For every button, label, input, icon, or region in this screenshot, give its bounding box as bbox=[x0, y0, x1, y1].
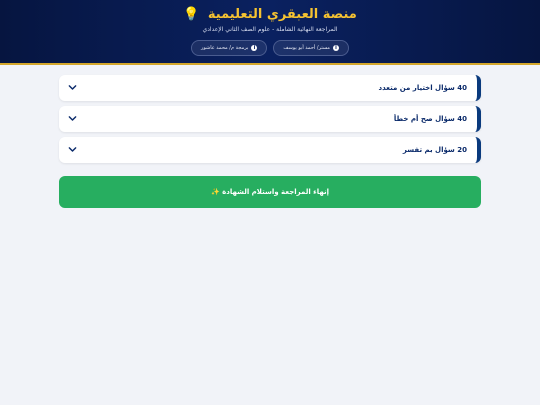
section-title: 40 سؤال اختيار من متعدد bbox=[378, 84, 467, 92]
developer-credit-pill: i برمجة م/ محمد عاشور bbox=[191, 40, 268, 56]
finish-review-button[interactable]: إنهاء المراجعة واستلام الشهادة ✨ bbox=[59, 176, 481, 208]
chevron-down-icon[interactable] bbox=[68, 83, 77, 92]
page-subtitle: المراجعة النهائية الشاملة - علوم الصف ال… bbox=[202, 26, 338, 33]
section-true-false[interactable]: 40 سؤال صح أم خطأ bbox=[59, 106, 481, 132]
credit-pills: i مستر/ أحمد أبو يوسف i برمجة م/ محمد عا… bbox=[0, 40, 540, 56]
brand-title-text: منصة العبقري التعليمية bbox=[207, 7, 357, 22]
teacher-credit-pill: i مستر/ أحمد أبو يوسف bbox=[273, 40, 349, 56]
teacher-credit-label: مستر/ أحمد أبو يوسف bbox=[283, 45, 330, 51]
brand-title: منصة العبقري التعليمية 💡 bbox=[0, 7, 540, 22]
info-icon: i bbox=[251, 45, 258, 51]
section-title: 20 سؤال بم تفسر bbox=[402, 146, 467, 154]
lightbulb-icon: 💡 bbox=[183, 7, 200, 22]
section-multiple-choice[interactable]: 40 سؤال اختيار من متعدد bbox=[59, 75, 481, 101]
chevron-down-icon[interactable] bbox=[68, 114, 77, 123]
info-icon: i bbox=[332, 45, 339, 51]
section-title: 40 سؤال صح أم خطأ bbox=[393, 115, 467, 123]
app-header: منصة العبقري التعليمية 💡 المراجعة النهائ… bbox=[0, 0, 540, 65]
developer-credit-label: برمجة م/ محمد عاشور bbox=[201, 45, 249, 51]
section-explain[interactable]: 20 سؤال بم تفسر bbox=[59, 137, 481, 163]
chevron-down-icon[interactable] bbox=[68, 145, 77, 154]
